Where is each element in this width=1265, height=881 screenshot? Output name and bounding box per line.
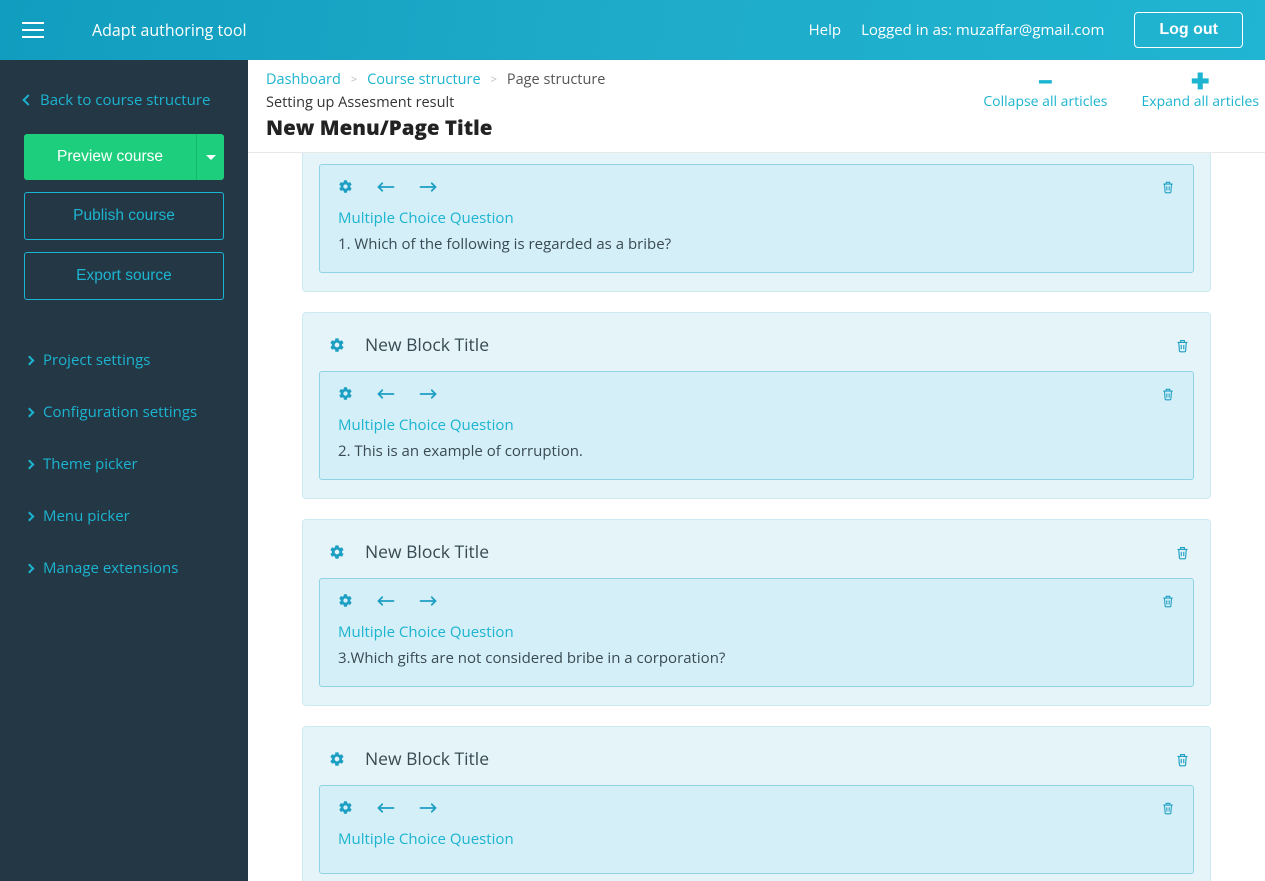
gear-icon[interactable] [329, 751, 345, 767]
crumb-current: Page structure [507, 70, 606, 89]
gear-icon[interactable] [329, 337, 345, 353]
help-link[interactable]: Help [809, 20, 841, 40]
logout-button[interactable]: Log out [1134, 12, 1243, 48]
chevron-right-icon [25, 355, 35, 365]
content: Dashboard > Course structure > Page stru… [248, 60, 1265, 881]
logged-in-label: Logged in as: muzaffar@gmail.com [861, 20, 1104, 40]
arrow-right-icon[interactable] [419, 388, 437, 400]
block-card: New Block Title Multip [302, 312, 1211, 499]
arrow-right-icon[interactable] [419, 181, 437, 193]
component-type[interactable]: Multiple Choice Question [338, 829, 1175, 849]
trash-icon[interactable] [1175, 338, 1190, 353]
back-link[interactable]: Back to course structure [24, 90, 224, 110]
hamburger-icon[interactable] [22, 22, 44, 38]
component-text: 2. This is an example of corruption. [338, 441, 1175, 461]
sidebar-item-label: Project settings [43, 350, 150, 370]
trash-icon[interactable] [1161, 594, 1175, 608]
breadcrumb: Dashboard > Course structure > Page stru… [266, 70, 983, 89]
component-card: Multiple Choice Question 1. Which of the… [319, 164, 1194, 273]
gear-icon[interactable] [338, 593, 353, 608]
plus-icon: ✚ [1191, 72, 1209, 90]
sidebar-item-label: Configuration settings [43, 402, 197, 422]
back-link-label: Back to course structure [40, 90, 210, 110]
brand-title: Adapt authoring tool [92, 19, 247, 41]
gear-icon[interactable] [338, 386, 353, 401]
block-card: New Block Title Multip [302, 726, 1211, 881]
publish-course-button[interactable]: Publish course [24, 192, 224, 240]
gear-icon[interactable] [338, 800, 353, 815]
trash-icon[interactable] [1175, 545, 1190, 560]
collapse-all-button[interactable]: − Collapse all articles [983, 72, 1107, 111]
component-card: Multiple Choice Question 2. This is an e… [319, 371, 1194, 480]
component-text: 3.Which gifts are not considered bribe i… [338, 648, 1175, 668]
trash-icon[interactable] [1161, 180, 1175, 194]
sidebar-item-project-settings[interactable]: Project settings [24, 334, 224, 386]
component-card: Multiple Choice Question [319, 785, 1194, 874]
arrow-left-icon[interactable] [377, 181, 395, 193]
sidebar-item-manage-extensions[interactable]: Manage extensions [24, 542, 224, 594]
page-subtitle: Setting up Assesment result [266, 93, 983, 112]
trash-icon[interactable] [1161, 801, 1175, 815]
caret-down-icon [206, 155, 216, 160]
chevron-right-icon [25, 511, 35, 521]
component-text: 1. Which of the following is regarded as… [338, 234, 1175, 254]
component-type[interactable]: Multiple Choice Question [338, 415, 1175, 435]
arrow-left-icon[interactable] [377, 802, 395, 814]
page-title: New Menu/Page Title [266, 114, 983, 142]
collapse-all-label: Collapse all articles [983, 92, 1107, 111]
chevron-right-icon [25, 563, 35, 573]
arrow-left-icon[interactable] [377, 388, 395, 400]
sidebar-item-label: Theme picker [43, 454, 138, 474]
sidebar-item-menu-picker[interactable]: Menu picker [24, 490, 224, 542]
sidebar-item-theme-picker[interactable]: Theme picker [24, 438, 224, 490]
side-nav: Project settings Configuration settings … [24, 334, 224, 594]
arrow-right-icon[interactable] [419, 802, 437, 814]
sidebar-item-label: Manage extensions [43, 558, 178, 578]
arrow-left-icon[interactable] [377, 595, 395, 607]
minus-icon: − [1038, 72, 1053, 90]
block-title: New Block Title [365, 540, 1155, 564]
crumb-dashboard[interactable]: Dashboard [266, 70, 341, 89]
user-email: muzaffar@gmail.com [956, 20, 1104, 40]
crumb-sep: > [351, 72, 357, 87]
crumb-course-structure[interactable]: Course structure [367, 70, 480, 89]
preview-course-dropdown[interactable] [196, 134, 224, 180]
trash-icon[interactable] [1175, 752, 1190, 767]
logged-in-prefix: Logged in as: [861, 20, 956, 40]
chevron-right-icon [25, 459, 35, 469]
expand-all-button[interactable]: ✚ Expand all articles [1141, 72, 1259, 111]
component-card: Multiple Choice Question 3.Which gifts a… [319, 578, 1194, 687]
component-type[interactable]: Multiple Choice Question [338, 208, 1175, 228]
crumb-sep: > [491, 72, 497, 87]
export-source-button[interactable]: Export source [24, 252, 224, 300]
sidebar: Back to course structure Preview course … [0, 60, 248, 881]
sidebar-item-label: Menu picker [43, 506, 130, 526]
trash-icon[interactable] [1161, 387, 1175, 401]
block-card: New Block Title Multip [302, 519, 1211, 706]
gear-icon[interactable] [338, 179, 353, 194]
block-title: New Block Title [365, 333, 1155, 357]
component-type[interactable]: Multiple Choice Question [338, 622, 1175, 642]
block-title: New Block Title [365, 747, 1155, 771]
preview-course-button[interactable]: Preview course [24, 134, 196, 180]
chevron-right-icon [25, 407, 35, 417]
content-header: Dashboard > Course structure > Page stru… [248, 60, 1265, 153]
arrow-right-icon[interactable] [419, 595, 437, 607]
scroll-area[interactable]: New Block Title Multip [248, 153, 1265, 881]
topbar: Adapt authoring tool Help Logged in as: … [0, 0, 1265, 60]
expand-all-label: Expand all articles [1141, 92, 1259, 111]
block-card: New Block Title Multip [302, 153, 1211, 292]
chevron-left-icon [22, 94, 33, 105]
gear-icon[interactable] [329, 544, 345, 560]
sidebar-item-configuration-settings[interactable]: Configuration settings [24, 386, 224, 438]
